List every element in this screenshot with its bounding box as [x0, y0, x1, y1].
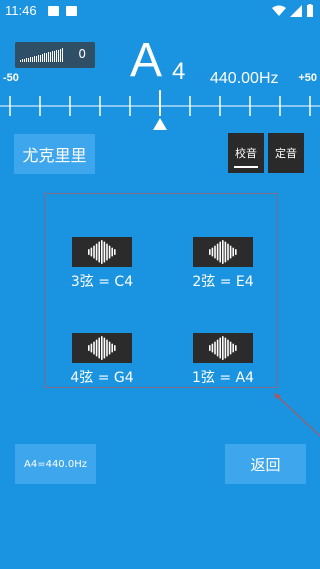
reference-frequency-button[interactable]: A4=440.0Hz: [15, 444, 96, 484]
back-button[interactable]: 返回: [225, 444, 306, 484]
